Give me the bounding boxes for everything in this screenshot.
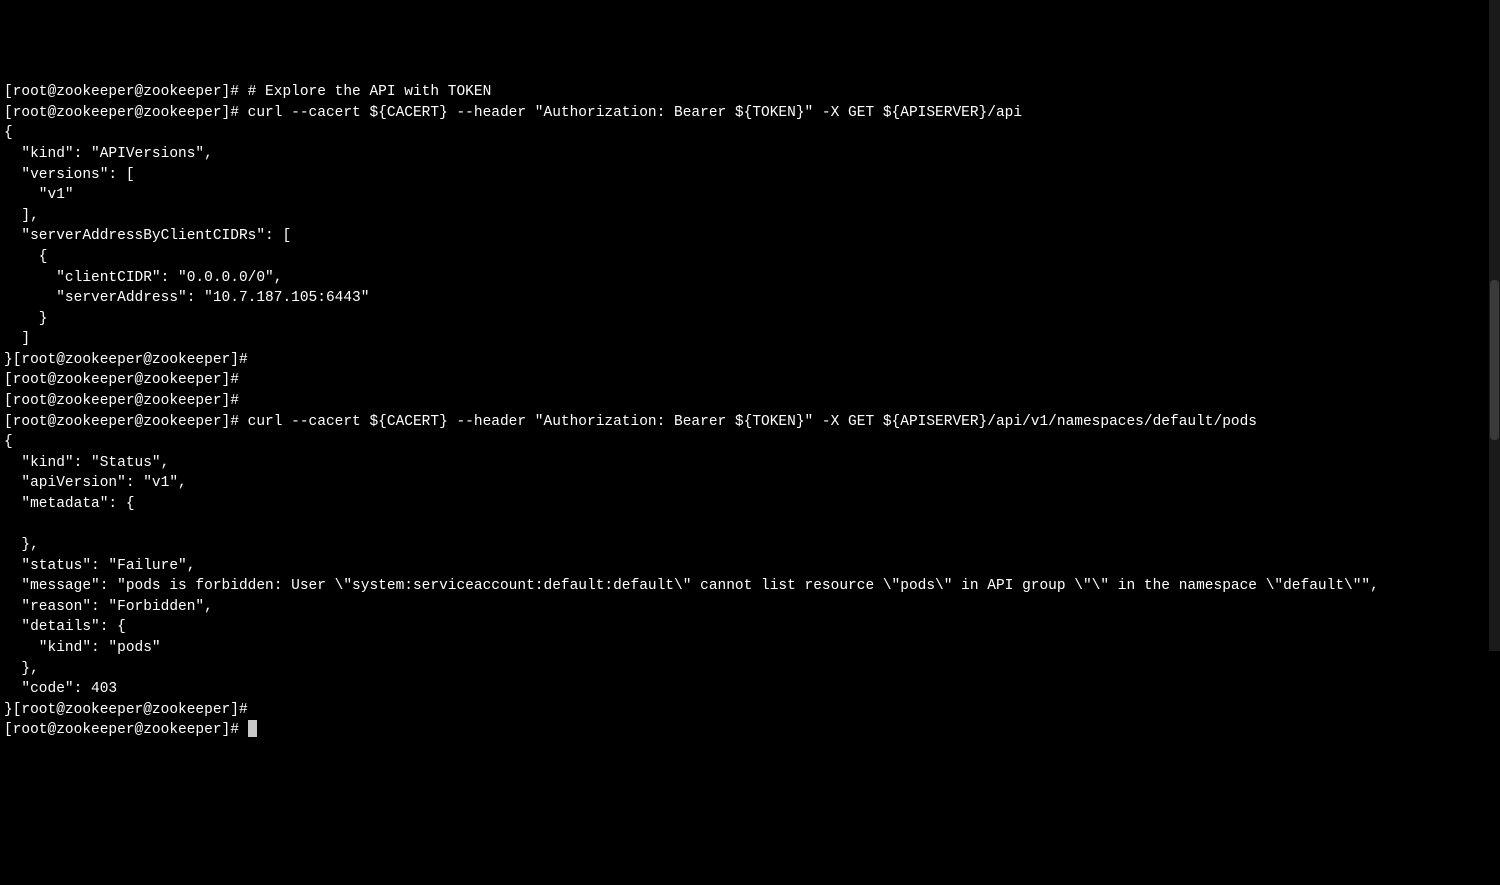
terminal-line: "serverAddress": "10.7.187.105:6443"	[4, 290, 369, 306]
terminal-line: }	[4, 311, 48, 327]
terminal-line: [root@zookeeper@zookeeper]#	[4, 722, 248, 738]
scrollbar-thumb[interactable]	[1490, 280, 1499, 440]
terminal-line: "status": "Failure",	[4, 558, 195, 574]
terminal-line: "details": {	[4, 619, 126, 635]
terminal-line: "v1"	[4, 187, 74, 203]
terminal-line: "clientCIDR": "0.0.0.0/0",	[4, 270, 282, 286]
terminal-line: "code": 403	[4, 681, 117, 697]
terminal-line: "metadata": {	[4, 496, 135, 512]
scrollbar-track[interactable]	[1489, 0, 1500, 651]
terminal-line: [root@zookeeper@zookeeper]#	[4, 372, 248, 388]
terminal-line: "message": "pods is forbidden: User \"sy…	[4, 578, 1379, 594]
terminal-line: [root@zookeeper@zookeeper]# curl --cacer…	[4, 105, 1022, 121]
terminal-line: ]	[4, 331, 30, 347]
terminal-line: ],	[4, 208, 39, 224]
terminal-line: }[root@zookeeper@zookeeper]#	[4, 352, 256, 368]
terminal-line: },	[4, 537, 39, 553]
terminal-line: [root@zookeeper@zookeeper]# curl --cacer…	[4, 414, 1257, 430]
terminal-cursor	[248, 720, 257, 737]
terminal-line: "versions": [	[4, 167, 135, 183]
terminal-output[interactable]: [root@zookeeper@zookeeper]# # Explore th…	[0, 82, 1500, 741]
terminal-line: }[root@zookeeper@zookeeper]#	[4, 702, 256, 718]
terminal-line: "kind": "APIVersions",	[4, 146, 213, 162]
terminal-line	[4, 516, 39, 532]
terminal-line: "serverAddressByClientCIDRs": [	[4, 228, 291, 244]
terminal-line: "kind": "pods"	[4, 640, 161, 656]
terminal-line: },	[4, 661, 39, 677]
terminal-line: {	[4, 125, 13, 141]
terminal-line: "kind": "Status",	[4, 455, 169, 471]
terminal-line: "apiVersion": "v1",	[4, 475, 187, 491]
terminal-line: {	[4, 434, 13, 450]
terminal-line: [root@zookeeper@zookeeper]#	[4, 393, 248, 409]
terminal-line: {	[4, 249, 48, 265]
terminal-line: "reason": "Forbidden",	[4, 599, 213, 615]
terminal-line: [root@zookeeper@zookeeper]# # Explore th…	[4, 84, 491, 100]
